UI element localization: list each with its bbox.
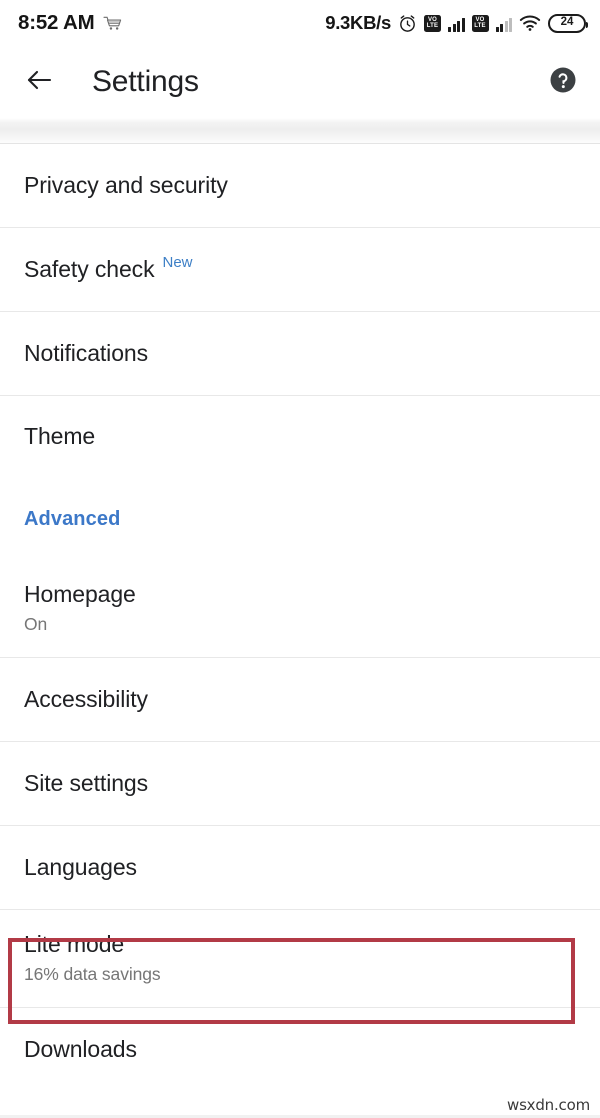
row-title: Privacy and security <box>24 171 228 198</box>
settings-row-safety-check[interactable]: Safety check New <box>0 228 600 312</box>
row-title: Theme <box>24 423 96 450</box>
row-title: Downloads <box>24 1036 137 1063</box>
settings-row-languages[interactable]: Languages <box>0 826 600 910</box>
app-bar: Settings <box>0 46 600 118</box>
row-title-wrap: Homepage <box>24 581 576 608</box>
row-title-wrap: Lite mode <box>24 931 576 958</box>
row-title: Accessibility <box>24 685 148 712</box>
battery-indicator: 24 <box>548 13 588 33</box>
volte-label-bottom: LTE <box>426 23 439 29</box>
help-circle-icon[interactable] <box>548 65 578 100</box>
status-bar-right: 9.3KB/s VO LTE VO LTE 24 <box>325 11 588 33</box>
status-bar-left: 8:52 AM <box>18 10 122 34</box>
status-badge: New <box>162 253 193 271</box>
row-subtitle: 16% data savings <box>24 963 161 984</box>
row-title: Site settings <box>24 769 148 796</box>
status-bar: 8:52 AM 9.3KB/s VO LTE VO LTE 24 <box>0 0 600 46</box>
appbar-elevation-shadow <box>0 118 600 144</box>
row-title-wrap: Downloads <box>24 1036 576 1063</box>
alarm-clock-icon <box>398 14 417 33</box>
row-title: Notifications <box>24 339 148 366</box>
volte-sim2-icon: VO LTE <box>471 14 489 32</box>
volte-label-bottom-2: LTE <box>474 23 486 29</box>
settings-row-privacy-and-security[interactable]: Privacy and security <box>0 144 600 228</box>
back-arrow-icon[interactable] <box>24 65 54 100</box>
watermark: wsxdn.com <box>507 1096 590 1114</box>
row-title-wrap: Privacy and security <box>24 171 576 198</box>
settings-row-lite-mode[interactable]: Lite mode 16% data savings <box>0 910 600 1008</box>
row-title-wrap: Notifications <box>24 339 576 366</box>
settings-row-site-settings[interactable]: Site settings <box>0 742 600 826</box>
row-title-wrap: Accessibility <box>24 685 576 712</box>
row-title: Languages <box>24 853 137 880</box>
settings-row-downloads[interactable]: Downloads <box>0 1008 600 1092</box>
row-title: Lite mode <box>24 931 125 958</box>
network-speed-indicator: 9.3KB/s <box>325 11 391 33</box>
shopping-cart-icon <box>103 15 122 32</box>
settings-section-header-advanced[interactable]: Advanced <box>0 478 600 560</box>
battery-level-label: 24 <box>560 16 574 29</box>
row-subtitle: On <box>24 613 48 634</box>
row-title: Homepage <box>24 581 136 608</box>
page-title: Settings <box>92 65 199 98</box>
status-time: 8:52 AM <box>18 10 95 34</box>
row-title-wrap: Site settings <box>24 769 576 796</box>
section-header-label: Advanced <box>24 508 121 530</box>
settings-list: Privacy and security Safety check New No… <box>0 144 600 1092</box>
row-title: Safety check <box>24 255 155 282</box>
row-title-wrap: Theme <box>24 423 576 450</box>
row-title-wrap: Languages <box>24 853 576 880</box>
signal-bars-sim2-icon <box>495 15 512 32</box>
signal-bars-sim1-icon <box>448 15 465 32</box>
volte-sim1-icon: VO LTE <box>424 14 441 32</box>
row-title-wrap: Safety check New <box>24 253 576 282</box>
wifi-icon <box>519 14 541 32</box>
settings-row-homepage[interactable]: Homepage On <box>0 560 600 658</box>
settings-row-notifications[interactable]: Notifications <box>0 312 600 396</box>
settings-row-accessibility[interactable]: Accessibility <box>0 658 600 742</box>
settings-row-theme[interactable]: Theme <box>0 396 600 478</box>
